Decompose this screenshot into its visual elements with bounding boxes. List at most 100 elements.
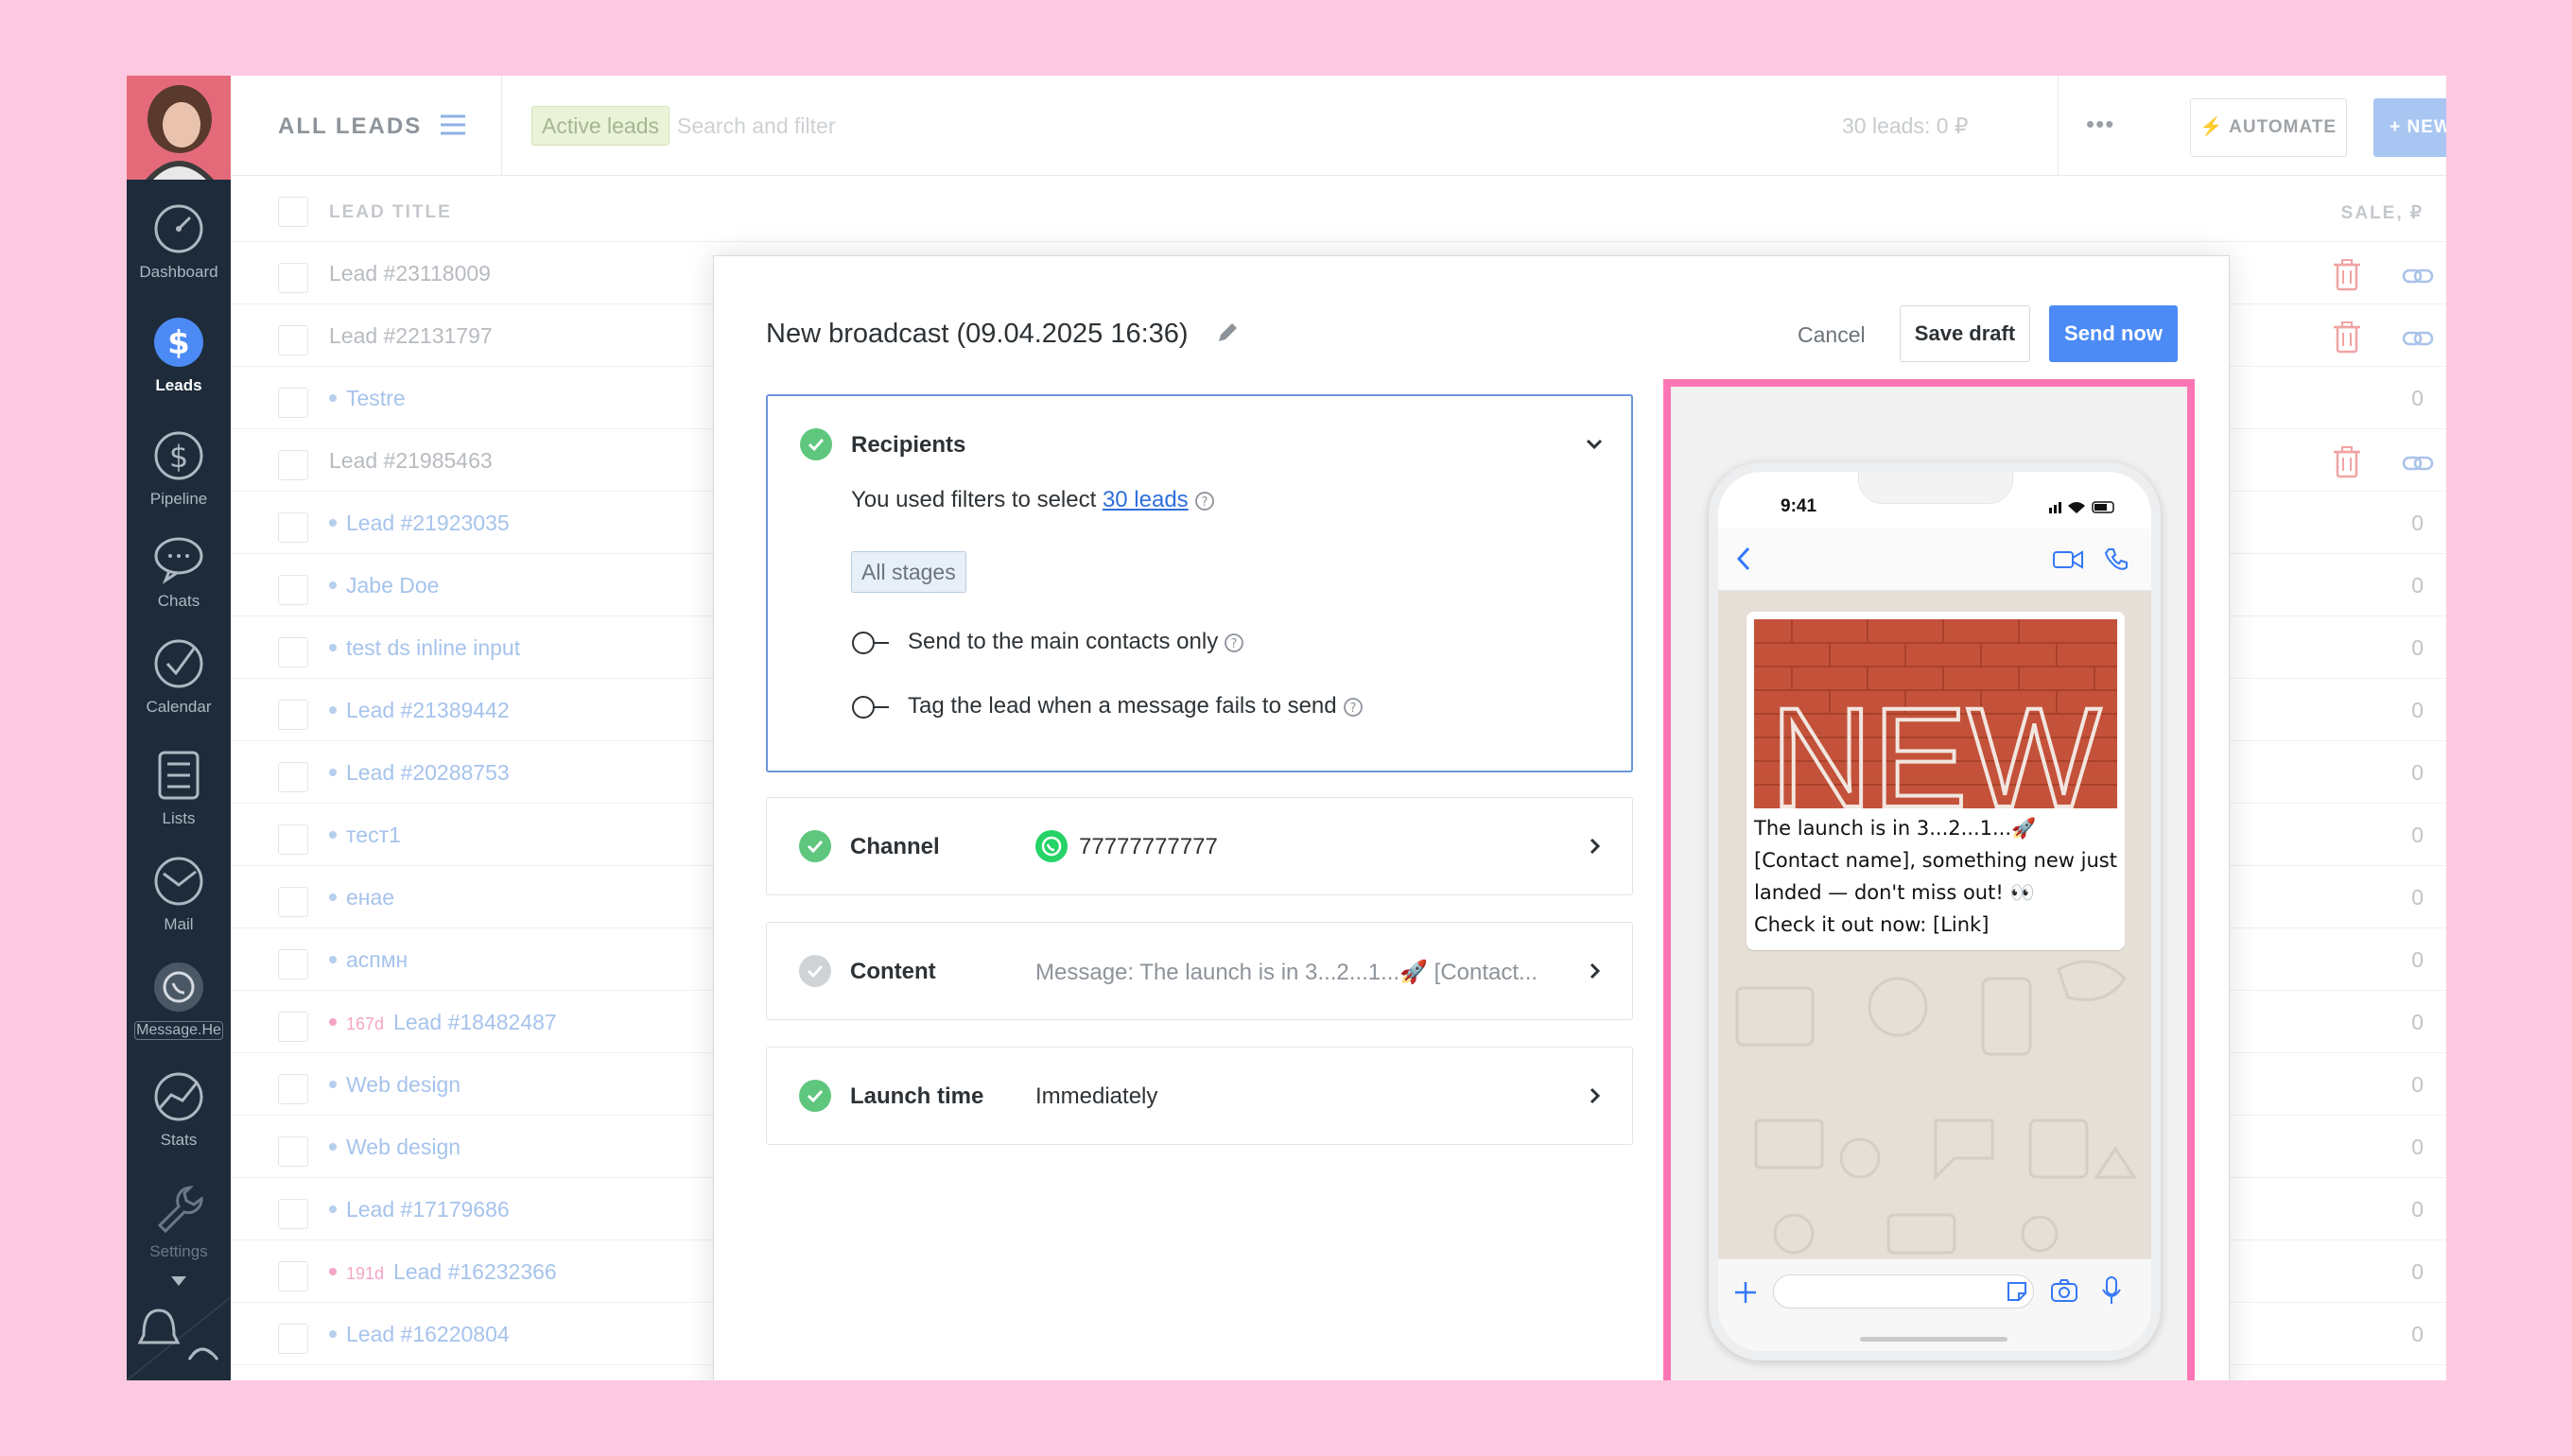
row-checkbox[interactable]	[278, 637, 308, 667]
lead-title-cell[interactable]: Web design	[329, 1135, 461, 1160]
selected-leads-link[interactable]: 30 leads	[1103, 487, 1189, 512]
link-icon[interactable]	[2402, 269, 2434, 284]
lead-title-cell[interactable]: аспмн	[329, 947, 408, 973]
tag-on-fail-toggle-row[interactable]: Tag the lead when a message fails to sen…	[851, 693, 1364, 719]
nav-mail[interactable]: Mail	[127, 855, 231, 949]
trash-icon[interactable]	[2334, 321, 2360, 354]
nav-dashboard[interactable]: Dashboard	[127, 202, 231, 297]
nav-stats[interactable]: Stats	[127, 1070, 231, 1165]
row-checkbox[interactable]	[278, 1261, 308, 1291]
nav-leads[interactable]: $ Leads	[127, 316, 231, 410]
select-all-checkbox[interactable]	[278, 197, 308, 227]
row-checkbox[interactable]	[278, 1324, 308, 1354]
chevron-right-icon[interactable]	[1585, 961, 1606, 981]
sticker-icon[interactable]	[2006, 1280, 2028, 1303]
column-header-sale: SALE, ₽	[2340, 203, 2424, 223]
lead-title-cell[interactable]: Lead #22131797	[329, 323, 493, 349]
plus-icon[interactable]	[1733, 1280, 1758, 1305]
lead-title-cell[interactable]: Web design	[329, 1072, 461, 1098]
lead-title: Lead #18482487	[393, 1010, 557, 1034]
channel-section[interactable]: Channel 77777777777	[766, 797, 1633, 895]
lead-title-cell[interactable]: тест1	[329, 823, 401, 848]
toggle-switch[interactable]	[851, 695, 891, 719]
chevron-right-icon[interactable]	[1585, 1085, 1606, 1106]
section-title: Content	[850, 959, 936, 984]
row-checkbox[interactable]	[278, 388, 308, 418]
row-checkbox[interactable]	[278, 1199, 308, 1229]
sale-cell: 0	[2411, 635, 2424, 660]
lead-title-cell[interactable]: Testre	[329, 386, 406, 411]
more-options-button[interactable]: •••	[2086, 110, 2114, 139]
notification-bell-icon[interactable]	[127, 1297, 231, 1380]
menu-icon[interactable]	[441, 113, 465, 136]
search-input[interactable]: Search and filter	[677, 113, 835, 139]
avatar[interactable]	[127, 76, 231, 180]
launch-time-section[interactable]: Launch time Immediately	[766, 1047, 1633, 1145]
lead-title-cell[interactable]: test ds inline input	[329, 635, 520, 661]
row-actions[interactable]	[2330, 257, 2446, 295]
link-icon[interactable]	[2402, 331, 2434, 346]
row-checkbox[interactable]	[278, 512, 308, 543]
lead-title-cell[interactable]: Lead #17179686	[329, 1197, 510, 1222]
save-draft-button[interactable]: Save draft	[1900, 305, 2030, 362]
toggle-switch[interactable]	[851, 631, 891, 655]
lead-title-cell[interactable]: Lead #21985463	[329, 448, 493, 474]
camera-icon[interactable]	[2051, 1278, 2077, 1303]
row-actions[interactable]	[2330, 320, 2446, 357]
chevron-right-icon[interactable]	[1585, 836, 1606, 857]
lead-title-cell[interactable]: 191d Lead #16232366	[329, 1259, 557, 1285]
automate-button[interactable]: ⚡ AUTOMATE	[2190, 98, 2347, 157]
row-checkbox[interactable]	[278, 575, 308, 605]
row-checkbox[interactable]	[278, 949, 308, 979]
lead-title-cell[interactable]: Lead #16220804	[329, 1322, 510, 1347]
cancel-button[interactable]: Cancel	[1798, 322, 1866, 348]
status-dot	[329, 1018, 337, 1027]
lead-title-cell[interactable]: Lead #20288753	[329, 760, 510, 786]
nav-chats[interactable]: Chats	[127, 531, 231, 626]
active-filter-chip[interactable]: Active leads	[531, 106, 670, 146]
stage-chip[interactable]: All stages	[851, 551, 966, 593]
phone-call-icon[interactable]	[2104, 547, 2129, 572]
row-checkbox[interactable]	[278, 824, 308, 855]
check-circle-icon	[799, 830, 831, 862]
row-checkbox[interactable]	[278, 263, 308, 293]
chevron-down-icon[interactable]	[1584, 434, 1605, 455]
lead-title-cell[interactable]: 167d Lead #18482487	[329, 1010, 557, 1035]
lead-title-cell[interactable]: Lead #21923035	[329, 511, 510, 536]
send-now-button[interactable]: Send now	[2049, 305, 2178, 362]
pencil-icon[interactable]	[1215, 321, 1240, 345]
row-checkbox[interactable]	[278, 325, 308, 355]
row-checkbox[interactable]	[278, 1012, 308, 1042]
new-lead-button[interactable]: + NEW LEAD	[2373, 98, 2446, 157]
main-contacts-toggle-row[interactable]: Send to the main contacts only?	[851, 629, 1244, 655]
nav-settings[interactable]: Settings	[127, 1182, 231, 1276]
row-actions[interactable]	[2330, 444, 2446, 482]
help-icon[interactable]: ?	[1343, 697, 1364, 718]
lead-title-cell[interactable]: Jabe Doe	[329, 573, 439, 598]
back-arrow-icon[interactable]	[1733, 546, 1754, 572]
lead-title-cell[interactable]: Lead #23118009	[329, 261, 491, 286]
message-input[interactable]	[1773, 1274, 2034, 1309]
row-checkbox[interactable]	[278, 887, 308, 917]
trash-icon[interactable]	[2334, 259, 2360, 291]
row-checkbox[interactable]	[278, 1136, 308, 1167]
nav-message-hub[interactable]: Message.He	[127, 961, 231, 1055]
lead-title-cell[interactable]: енае	[329, 885, 394, 910]
section-title: Channel	[850, 834, 940, 859]
row-checkbox[interactable]	[278, 762, 308, 792]
nav-pipeline[interactable]: $ Pipeline	[127, 429, 231, 524]
nav-lists[interactable]: Lists	[127, 749, 231, 843]
help-icon[interactable]: ?	[1194, 491, 1215, 511]
help-icon[interactable]: ?	[1224, 633, 1244, 653]
lead-title-cell[interactable]: Lead #21389442	[329, 698, 510, 723]
content-section[interactable]: Content Message: The launch is in 3...2.…	[766, 922, 1633, 1020]
microphone-icon[interactable]	[2102, 1276, 2121, 1305]
row-checkbox[interactable]	[278, 700, 308, 730]
nav-calendar[interactable]: Calendar	[127, 637, 231, 732]
link-icon[interactable]	[2402, 456, 2434, 471]
trash-icon[interactable]	[2334, 446, 2360, 478]
row-checkbox[interactable]	[278, 1074, 308, 1104]
video-call-icon[interactable]	[2053, 549, 2083, 570]
expand-down-icon[interactable]	[171, 1276, 186, 1286]
row-checkbox[interactable]	[278, 450, 308, 480]
